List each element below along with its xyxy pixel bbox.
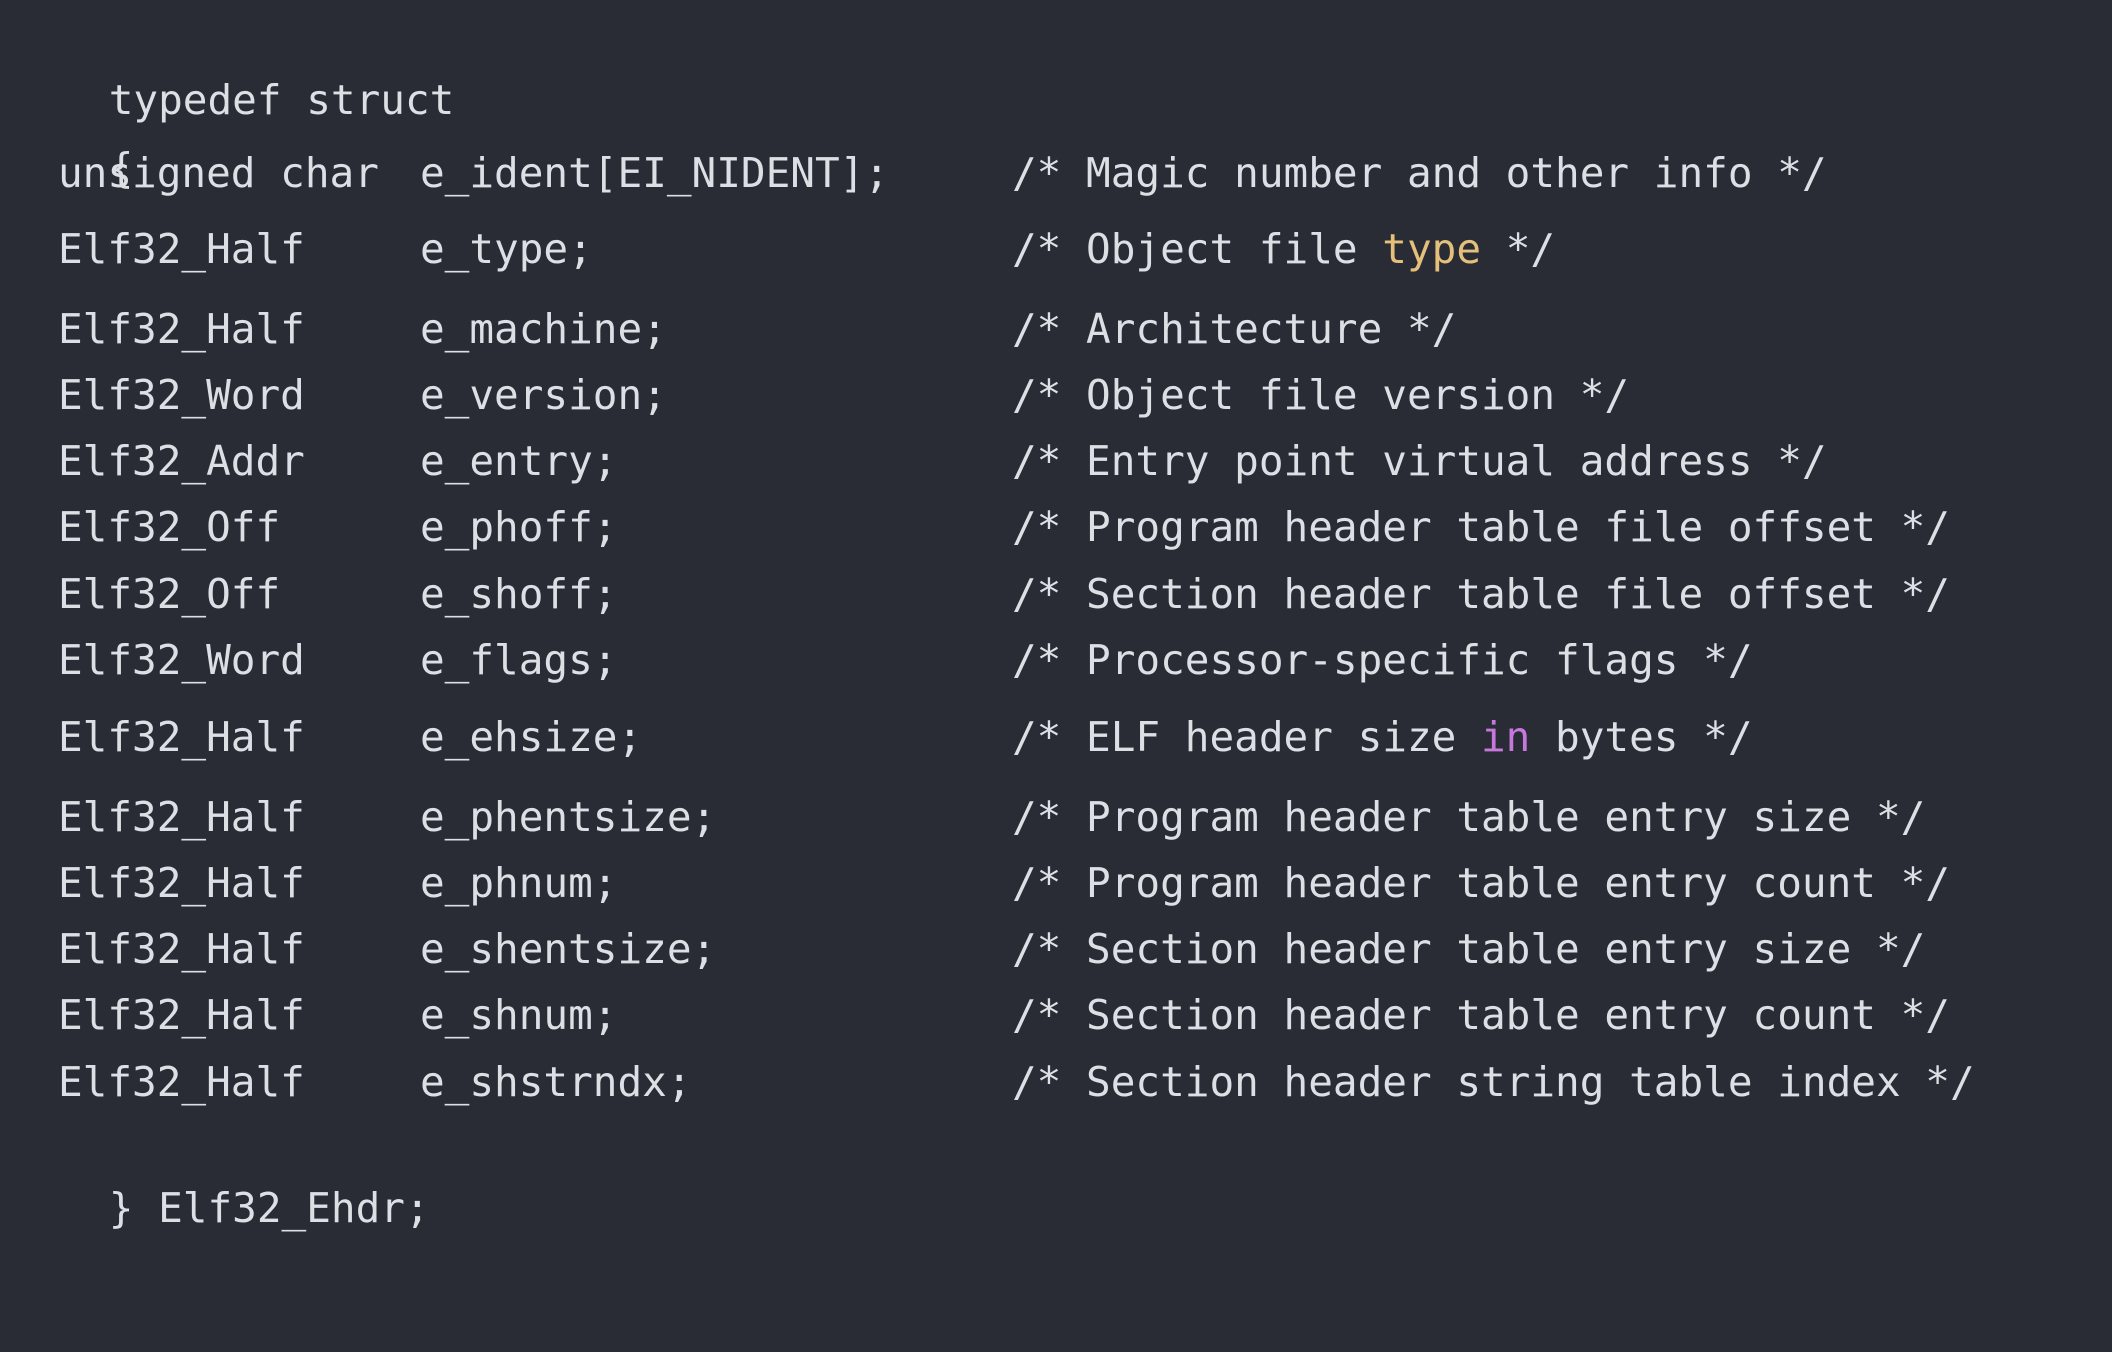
code-line-typedef: typedef struct: [10, 10, 455, 124]
field-name: e_shoff;: [420, 570, 618, 618]
code-line-e-entry: Elf32_Addr e_entry; /* Entry point virtu…: [10, 431, 1827, 491]
code-line-e-phoff: Elf32_Off e_phoff; /* Program header tab…: [10, 497, 1950, 557]
field-type: Elf32_Half: [58, 859, 305, 907]
code-editor: typedef struct { unsigned char e_ident[E…: [0, 0, 2112, 1232]
code-line-e-flags: Elf32_Word e_flags; /* Processor-specifi…: [10, 630, 1753, 690]
field-name: e_ident[EI_NIDENT];: [420, 149, 889, 197]
comment-text: bytes */: [1530, 713, 1753, 761]
in-keyword-highlight: in: [1481, 713, 1531, 761]
field-name: e_shnum;: [420, 991, 618, 1039]
field-name: e_shentsize;: [420, 925, 717, 973]
code-line-e-shoff: Elf32_Off e_shoff; /* Section header tab…: [10, 564, 1950, 624]
field-comment: /* Entry point virtual address */: [1012, 437, 1827, 485]
field-type: Elf32_Half: [58, 225, 305, 273]
comment-text: /* Object file: [1012, 225, 1383, 273]
field-type: Elf32_Half: [58, 793, 305, 841]
field-type: Elf32_Off: [58, 570, 281, 618]
code-line-open-brace: {: [10, 78, 134, 192]
field-comment: /* Object file version */: [1012, 371, 1630, 419]
field-name: e_entry;: [420, 437, 618, 485]
field-name: e_flags;: [420, 636, 618, 684]
code-line-e-ehsize: Elf32_Half e_ehsize; /* ELF header size …: [10, 707, 1753, 767]
field-comment: /* Section header table file offset */: [1012, 570, 1950, 618]
field-name: e_type;: [420, 225, 593, 273]
code-line-e-shentsize: Elf32_Half e_shentsize; /* Section heade…: [10, 919, 1925, 979]
field-type: Elf32_Off: [58, 503, 281, 551]
field-name: e_phoff;: [420, 503, 618, 551]
field-comment: /* Program header table entry size */: [1012, 793, 1926, 841]
field-name: e_phentsize;: [420, 793, 717, 841]
field-comment: /* Section header table entry size */: [1012, 925, 1926, 973]
field-comment: /* Section header table entry count */: [1012, 991, 1950, 1039]
field-type: Elf32_Half: [58, 713, 305, 761]
field-comment: /* Section header string table index */: [1012, 1058, 1975, 1106]
code-line-e-version: Elf32_Word e_version; /* Object file ver…: [10, 365, 1629, 425]
code-line-e-machine: Elf32_Half e_machine; /* Architecture */: [10, 299, 1456, 359]
field-name: e_shstrndx;: [420, 1058, 692, 1106]
type-keyword-highlight: type: [1382, 225, 1482, 273]
field-comment: /* Architecture */: [1012, 305, 1457, 353]
field-name: e_ehsize;: [420, 713, 643, 761]
field-type: unsigned char: [58, 149, 379, 197]
field-name: e_machine;: [420, 305, 667, 353]
code-line-e-phnum: Elf32_Half e_phnum; /* Program header ta…: [10, 853, 1950, 913]
struct-closing-line: } Elf32_Ehdr;: [108, 1184, 430, 1232]
typedef-keyword-line: typedef struct: [108, 76, 455, 124]
comment-text: /* ELF header size: [1012, 713, 1481, 761]
code-line-e-shstrndx: Elf32_Half e_shstrndx; /* Section header…: [10, 1052, 1975, 1112]
comment-text: */: [1481, 225, 1556, 273]
field-type: Elf32_Addr: [58, 437, 305, 485]
field-type: Elf32_Half: [58, 1058, 305, 1106]
field-comment: /* Processor-specific flags */: [1012, 636, 1753, 684]
field-comment: /* ELF header size in bytes */: [1012, 707, 1753, 767]
field-type: Elf32_Word: [58, 371, 305, 419]
code-line-e-phentsize: Elf32_Half e_phentsize; /* Program heade…: [10, 787, 1925, 847]
field-type: Elf32_Half: [58, 925, 305, 973]
field-type: Elf32_Half: [58, 991, 305, 1039]
field-comment: /* Program header table file offset */: [1012, 503, 1950, 551]
field-type: Elf32_Word: [58, 636, 305, 684]
field-name: e_phnum;: [420, 859, 618, 907]
field-name: e_version;: [420, 371, 667, 419]
code-line-e-ident: unsigned char e_ident[EI_NIDENT]; /* Mag…: [10, 143, 1827, 203]
code-line-e-shnum: Elf32_Half e_shnum; /* Section header ta…: [10, 985, 1950, 1045]
field-type: Elf32_Half: [58, 305, 305, 353]
code-line-e-type: Elf32_Half e_type; /* Object file type *…: [10, 219, 1555, 279]
field-comment: /* Magic number and other info */: [1012, 149, 1827, 197]
field-comment: /* Object file type */: [1012, 219, 1555, 279]
code-line-close-brace: } Elf32_Ehdr;: [10, 1118, 430, 1232]
field-comment: /* Program header table entry count */: [1012, 859, 1950, 907]
